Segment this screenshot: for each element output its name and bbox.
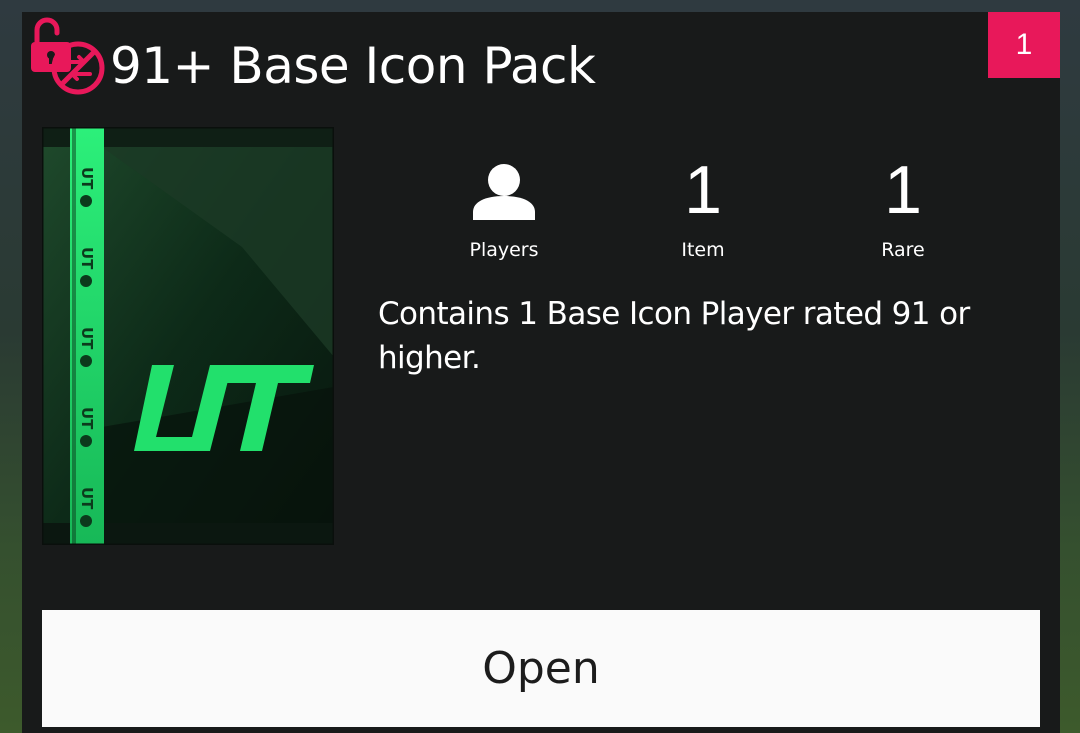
players-label: Players	[469, 239, 539, 261]
pack-image: UT UT UT UT UT	[42, 127, 334, 545]
rare-count: 1	[884, 152, 922, 228]
item-count: 1	[684, 152, 722, 228]
open-button[interactable]: Open	[42, 610, 1040, 727]
pack-count-badge: 1	[988, 12, 1060, 78]
pack-description: Contains 1 Base Icon Player rated 91 or …	[378, 296, 970, 376]
svg-text:UT: UT	[78, 327, 96, 350]
person-icon	[473, 164, 535, 220]
players-stat: Players	[404, 150, 604, 264]
no-trade-icon	[51, 41, 105, 95]
item-stat: 1 Item	[603, 150, 803, 264]
rare-label: Rare	[881, 239, 925, 261]
pack-title: 91+ Base Icon Pack	[110, 37, 596, 95]
rare-stat: 1 Rare	[803, 150, 1003, 264]
svg-text:UT: UT	[78, 167, 96, 190]
svg-text:UT: UT	[78, 487, 96, 510]
svg-text:UT: UT	[78, 247, 96, 270]
svg-text:UT: UT	[78, 407, 96, 430]
item-label: Item	[681, 239, 725, 261]
players-icon-wrap	[404, 150, 604, 230]
